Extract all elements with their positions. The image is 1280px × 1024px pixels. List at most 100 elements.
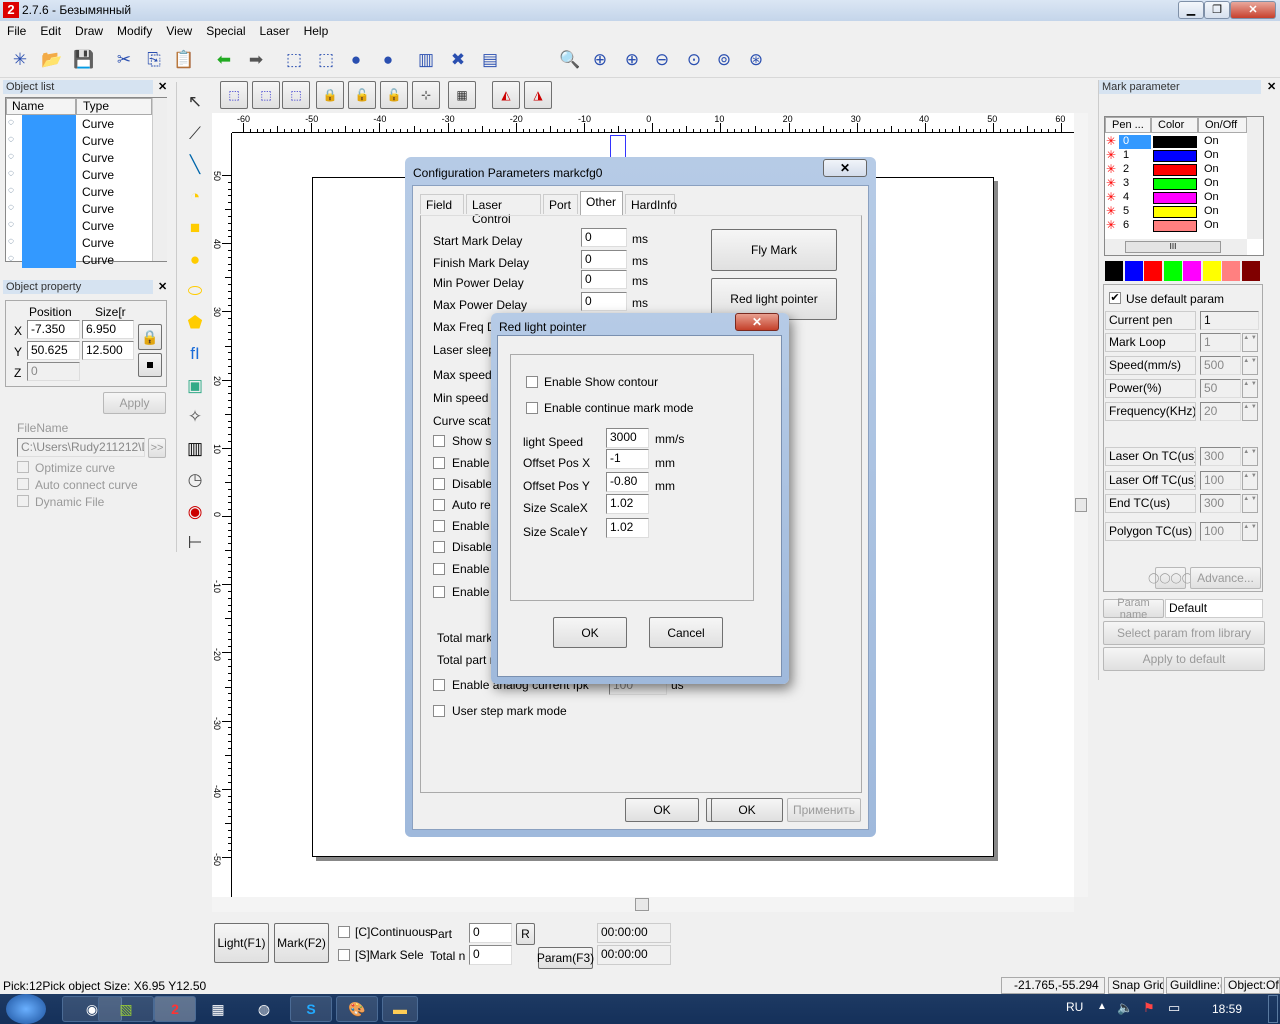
delay-input[interactable]: 0 xyxy=(581,250,627,269)
apply-button[interactable]: Применить xyxy=(787,798,861,822)
tab-laser-control[interactable]: Laser Control xyxy=(466,194,541,226)
spinner[interactable]: ▲ ▼ xyxy=(1242,522,1258,541)
ellipse-tool[interactable]: ⬭ xyxy=(181,277,209,305)
snap-grid-toggle[interactable]: Snap Grid: xyxy=(1108,977,1164,994)
undo-button[interactable]: ⬅ xyxy=(210,46,238,74)
pen-row[interactable]: ✳ 6 On xyxy=(1105,218,1247,233)
spinner[interactable]: ▲ ▼ xyxy=(1242,356,1258,375)
menu-draw[interactable]: Draw xyxy=(68,21,110,38)
palette-color[interactable] xyxy=(1144,261,1162,281)
delay-input[interactable]: 0 xyxy=(581,270,627,289)
ok-button[interactable]: OK xyxy=(711,798,783,822)
list-item[interactable]: ◌ Curve xyxy=(6,166,152,183)
param-name-input[interactable]: Default xyxy=(1165,599,1263,618)
pen-row[interactable]: ✳ 4 On xyxy=(1105,190,1247,205)
list-item[interactable]: ◌ Curve xyxy=(6,149,152,166)
analog-current-checkbox[interactable] xyxy=(433,679,445,691)
open-folder-button[interactable]: 📂 xyxy=(38,46,66,74)
unlock-button[interactable]: 🔓 xyxy=(348,81,376,109)
column-header[interactable]: Pen ... xyxy=(1105,117,1151,133)
menu-laser[interactable]: Laser xyxy=(253,21,297,38)
show-contour-checkbox[interactable] xyxy=(526,376,538,388)
clock[interactable]: 18:59 xyxy=(1212,1002,1242,1016)
anchor-grid-button[interactable] xyxy=(138,353,162,377)
cancel-button[interactable]: Cancel xyxy=(649,617,723,648)
close-button[interactable]: ✕ xyxy=(823,159,867,177)
option-checkbox[interactable] xyxy=(433,499,445,511)
palette-color[interactable] xyxy=(1163,261,1182,281)
vector-file-tool[interactable]: ✧ xyxy=(181,403,209,431)
clock-tool[interactable]: ◷ xyxy=(181,466,209,494)
zoom-selected-button[interactable]: ⊛ xyxy=(742,46,770,74)
value-input[interactable]: -0.80 xyxy=(606,472,649,492)
move-origin-button[interactable]: ⊹ xyxy=(412,81,440,109)
param-button[interactable]: Param(F3) xyxy=(537,947,594,969)
list-item[interactable]: ◌ Curve xyxy=(6,115,152,132)
ungroup-button[interactable]: ⬚ xyxy=(312,46,340,74)
user-step-checkbox[interactable] xyxy=(433,705,445,717)
close-button[interactable]: ✕ xyxy=(1230,1,1276,19)
circle-tool[interactable]: ● xyxy=(181,246,209,274)
node-edit-tool[interactable]: ⟋ xyxy=(181,120,209,148)
spinner[interactable]: ▲ ▼ xyxy=(1242,471,1258,490)
option-checkbox[interactable] xyxy=(433,435,445,447)
zoom-fit-button[interactable]: ⊙ xyxy=(680,46,708,74)
option-checkbox[interactable] xyxy=(433,478,445,490)
size-h-input[interactable]: 12.500 xyxy=(82,341,134,360)
barcode-tool[interactable]: ▥ xyxy=(181,435,209,463)
param-input[interactable]: 1 xyxy=(1200,311,1259,330)
mirror-h-button[interactable]: ◭ xyxy=(492,81,520,109)
tab-hardinfo[interactable]: HardInfo xyxy=(625,194,677,214)
total-input[interactable]: 0 xyxy=(469,945,512,965)
color-pen-button[interactable]: ▦ xyxy=(448,81,476,109)
horizontal-scrollbar[interactable] xyxy=(212,897,1074,912)
ok-button[interactable]: OK xyxy=(553,617,627,648)
copy-button[interactable]: ⎘ xyxy=(140,46,168,74)
zoom-in-2-button[interactable]: ⊕ xyxy=(618,46,646,74)
selected-object[interactable] xyxy=(610,135,626,159)
pen-row[interactable]: ✳ 1 On xyxy=(1105,148,1247,163)
position-x-input[interactable]: -7.350 xyxy=(27,320,80,339)
lock-ratio-button[interactable]: 🔒 xyxy=(138,324,162,350)
close-icon[interactable]: ✕ xyxy=(158,280,167,293)
pen-row[interactable]: ✳ 0 On xyxy=(1105,134,1247,149)
hatch-button[interactable]: ◯◯◯◯ xyxy=(1148,567,1193,589)
curve-tool[interactable]: ◔ xyxy=(181,183,209,211)
mark-select-checkbox[interactable] xyxy=(338,949,350,961)
app-taskbar-button[interactable]: ▧ xyxy=(98,996,154,1022)
delay-input[interactable]: 0 xyxy=(581,228,627,247)
explorer-taskbar-button[interactable]: ▬ xyxy=(382,996,418,1022)
size-w-input[interactable]: 6.950 xyxy=(82,320,134,339)
paint-taskbar-button[interactable]: 🎨 xyxy=(336,996,378,1022)
tab-port[interactable]: Port xyxy=(543,194,578,214)
signal-port-tool[interactable]: ◉ xyxy=(181,498,209,526)
palette-color[interactable] xyxy=(1241,261,1260,281)
skype-taskbar-button[interactable]: S xyxy=(290,996,332,1022)
redo-button[interactable]: ➡ xyxy=(242,46,270,74)
show-desktop-button[interactable] xyxy=(1268,995,1278,1023)
column-header[interactable]: Color xyxy=(1151,117,1198,133)
palette-color[interactable] xyxy=(1222,261,1240,281)
guideline-toggle[interactable]: Guildline:( xyxy=(1166,977,1222,994)
volume-icon[interactable]: 🔈 xyxy=(1117,1000,1133,1016)
fly-mark-button[interactable]: Fly Mark xyxy=(711,229,837,271)
list-item[interactable]: ◌ Curve xyxy=(6,234,152,251)
pen-row[interactable]: ✳ 3 On xyxy=(1105,176,1247,191)
option-checkbox[interactable] xyxy=(433,457,445,469)
maximize-button[interactable]: ❐ xyxy=(1204,1,1230,19)
delay-input[interactable]: 0 xyxy=(581,292,627,311)
spinner[interactable]: ▲ ▼ xyxy=(1242,494,1258,513)
zoom-in-button[interactable]: ⊕ xyxy=(586,46,614,74)
position-y-input[interactable]: 50.625 xyxy=(27,341,80,360)
light-button[interactable]: Light(F1) xyxy=(214,923,269,963)
palette-color[interactable] xyxy=(1105,261,1123,281)
delete-select-button[interactable]: ⬚ xyxy=(282,81,310,109)
menu-modify[interactable]: Modify xyxy=(110,21,159,38)
close-icon[interactable]: ✕ xyxy=(158,80,167,93)
list-item[interactable]: ◌ Curve xyxy=(6,132,152,149)
scrollbar[interactable] xyxy=(152,98,167,261)
spinner[interactable]: ▲ ▼ xyxy=(1242,333,1258,352)
continue-mark-checkbox[interactable] xyxy=(526,402,538,414)
cut-button[interactable]: ✂ xyxy=(110,46,138,74)
value-input[interactable]: 1.02 xyxy=(606,494,649,514)
